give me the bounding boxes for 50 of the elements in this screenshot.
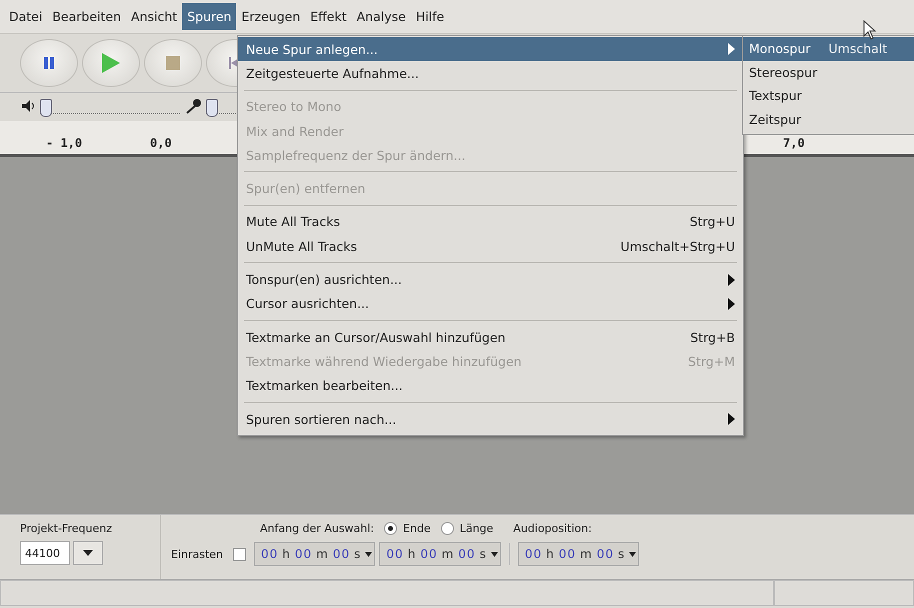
position-label: Audioposition:: [513, 522, 592, 534]
radio-label: Ende: [403, 522, 431, 534]
slider-thumb[interactable]: [40, 98, 52, 116]
caret-icon: [83, 550, 93, 556]
rate-field[interactable]: 44100: [20, 541, 70, 565]
submenu-item[interactable]: Monospur Umschalt: [743, 37, 914, 60]
speaker-icon: [22, 100, 36, 112]
radio-button[interactable]: [384, 522, 398, 534]
menu-bar-item[interactable]: Hilfe: [410, 3, 450, 30]
caret-icon[interactable]: [365, 552, 372, 556]
menu-bar-item[interactable]: Analyse: [352, 3, 411, 30]
menu-item[interactable]: Mute All Tracks Strg+U: [238, 210, 743, 234]
snap-label: Einrasten: [171, 548, 224, 560]
menu-bar-item[interactable]: Datei: [4, 3, 48, 30]
menu-bar-item[interactable]: Spuren: [182, 3, 236, 30]
menu-item[interactable]: Spuren sortieren nach...: [238, 406, 743, 432]
submenu-item[interactable]: Zeitspur: [743, 108, 914, 131]
caret-icon[interactable]: [629, 552, 636, 556]
ruler-label: - 1,0: [46, 136, 82, 150]
menu-bar-item[interactable]: Bearbeiten: [47, 3, 126, 30]
play-icon: [102, 53, 120, 73]
menu-item[interactable]: Cursor ausrichten...: [238, 292, 743, 316]
menu-bar-item[interactable]: Erzeugen: [236, 3, 306, 30]
menu-item[interactable]: Zeitgesteuerte Aufnahme...: [238, 61, 743, 86]
radio-label: Länge: [460, 522, 494, 534]
submenu-item[interactable]: Textspur: [743, 84, 914, 108]
stop-icon: [166, 56, 180, 70]
dropdown-button[interactable]: [73, 541, 103, 565]
menu-bar-item[interactable]: Effekt: [305, 3, 352, 30]
time-field[interactable]: 00 h 00 m 00 s: [518, 542, 640, 566]
menu-item[interactable]: Tonspur(en) ausrichten...: [238, 267, 743, 292]
menu-bar-item[interactable]: Ansicht: [126, 3, 182, 30]
ruler-label: 0,0: [150, 136, 172, 150]
time-field[interactable]: 00 h 00 m 00 s: [379, 542, 501, 566]
microphone-icon: [186, 98, 202, 114]
snap-checkbox[interactable]: [233, 548, 246, 560]
mouse-pointer-icon: [863, 20, 877, 40]
menu-item[interactable]: UnMute All Tracks Umschalt+Strg+U: [238, 234, 743, 258]
slider-thumb[interactable]: [206, 98, 218, 116]
submenu-item[interactable]: Stereospur: [743, 60, 914, 84]
menu-item[interactable]: Textmarke an Cursor/Auswahl hinzufügen Strg+B: [238, 324, 743, 350]
pause-icon: [43, 57, 55, 69]
radio-button[interactable]: [440, 522, 454, 534]
time-field[interactable]: 00 h 00 m 00 s: [254, 542, 376, 566]
caret-icon[interactable]: [490, 552, 498, 556]
selection-label: Anfang der Auswahl:: [260, 522, 374, 534]
menu-item[interactable]: Textmarken bearbeiten...: [238, 374, 743, 398]
field-label: Projekt-Frequenz: [20, 522, 112, 534]
menu-item[interactable]: Neue Spur anlegen...: [238, 37, 743, 62]
ruler-label: 7,0: [783, 136, 805, 150]
